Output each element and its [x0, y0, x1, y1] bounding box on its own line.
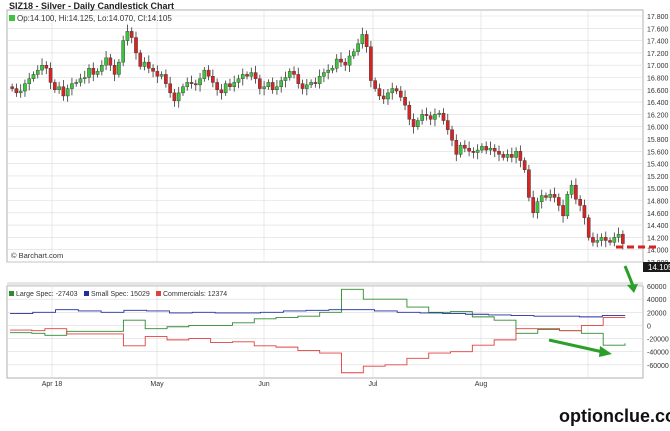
price-tick-label: 16.400 — [647, 100, 669, 107]
price-tick-label: 16.800 — [647, 76, 669, 83]
month-label: Apr 18 — [42, 381, 63, 388]
price-tick-label: 14.000 — [647, 248, 669, 255]
candle — [565, 191, 570, 219]
price-tick-label: 16.000 — [647, 125, 669, 132]
price-tick-label: 14.400 — [647, 223, 669, 230]
legend-swatch-commercials — [156, 291, 161, 296]
legend-swatch-large-spec — [9, 291, 14, 296]
month-label: Aug — [475, 381, 488, 388]
cot-tick-label: -40000 — [647, 350, 669, 357]
price-tick-label: 15.200 — [647, 174, 669, 181]
month-label: Jul — [369, 381, 378, 388]
cot-tick-label: -20000 — [647, 337, 669, 344]
last-price-label: 14.105 — [648, 263, 670, 272]
candle — [586, 214, 591, 241]
candle — [369, 40, 373, 88]
price-tick-label: 14.200 — [647, 235, 669, 242]
price-plot-frame — [6, 9, 644, 263]
price-tick-label: 17.400 — [647, 39, 669, 46]
price-tick-label: 16.200 — [647, 112, 669, 119]
cot-tick-label: 60000 — [647, 284, 667, 291]
chart-canvas: 17.800 17.600 17.400 17.200 17.000 16.800 16.6… — [0, 0, 670, 431]
price-tick-label: 15.000 — [647, 186, 669, 193]
candle — [527, 164, 531, 202]
candle — [138, 49, 143, 70]
cot-legend: Large Spec: -27403 Small Spec: 15029 Com… — [9, 291, 227, 298]
price-panel: 17.800 17.600 17.400 17.200 17.000 16.800 16.6… — [6, 1, 670, 272]
price-tick-label: 17.600 — [647, 26, 669, 33]
price-tick-label: 17.800 — [647, 14, 669, 21]
source-credit: © Barchart.com — [11, 251, 63, 260]
ohlc-readout: Op:14.100, Hi:14.125, Lo:14.070, Cl:14.1… — [17, 14, 172, 23]
price-tick-label: 16.600 — [647, 88, 669, 95]
price-tick-label: 17.200 — [647, 51, 669, 58]
month-label: May — [150, 381, 164, 388]
watermark: optionclue.com — [559, 406, 670, 426]
legend-small-spec: Small Spec: 15029 — [91, 291, 150, 298]
ohlc-marker — [9, 15, 15, 21]
price-tick-label: 14.600 — [647, 211, 669, 218]
cot-panel: 60000 40000 20000 0 -20000 -40000 -60000 Large… — [6, 284, 669, 379]
price-tick-label: 15.600 — [647, 149, 669, 156]
cot-plot-frame — [6, 285, 644, 379]
legend-swatch-small-spec — [84, 291, 89, 296]
cot-tick-label: 20000 — [647, 310, 667, 317]
legend-commercials: Commercials: 12374 — [163, 291, 227, 298]
month-label: Jun — [258, 381, 269, 388]
legend-large-spec: Large Spec: -27403 — [16, 291, 78, 298]
price-tick-label: 15.400 — [647, 162, 669, 169]
panel-separator — [7, 282, 643, 286]
price-tick-label: 14.800 — [647, 199, 669, 206]
price-y-axis: 17.800 17.600 17.400 17.200 17.000 16.800 16.6… — [647, 14, 669, 267]
cot-tick-label: 40000 — [647, 297, 667, 304]
cot-tick-label: 0 — [647, 323, 651, 330]
cot-tick-label: -60000 — [647, 363, 669, 370]
chart-title: SIZ18 - Silver - Daily Candlestick Chart — [9, 1, 174, 11]
price-tick-label: 15.800 — [647, 137, 669, 144]
price-tick-label: 17.000 — [647, 63, 669, 70]
